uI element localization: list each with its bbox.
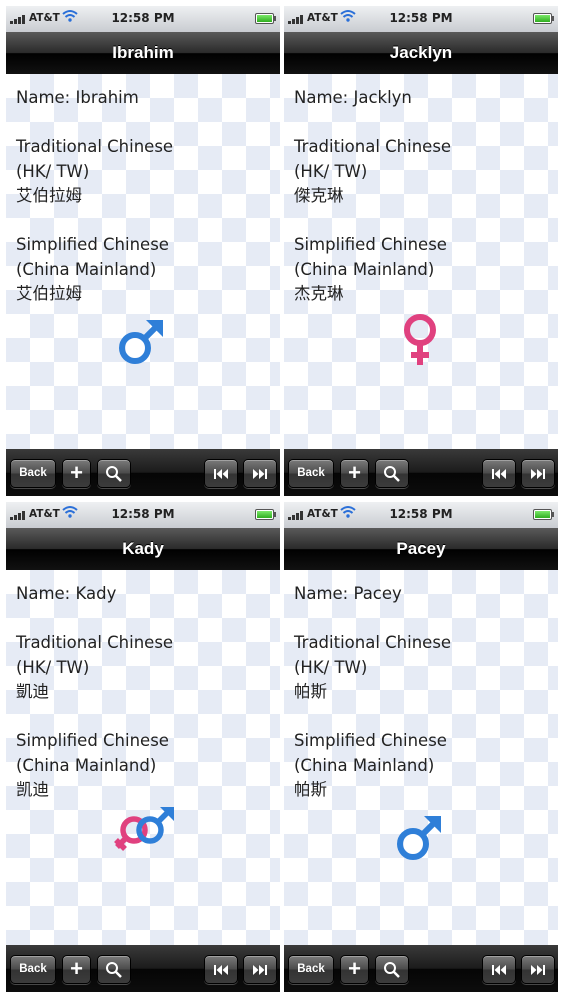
bottom-toolbar: Back +	[6, 945, 280, 992]
add-button[interactable]: +	[62, 955, 91, 984]
traditional-chinese-region: (HK/ TW)	[294, 657, 368, 677]
traditional-chinese-name: 傑克琳	[294, 186, 344, 205]
traditional-chinese-name: 艾伯拉姆	[16, 186, 82, 205]
simplified-chinese-label: Simplified Chinese	[16, 731, 169, 750]
status-bar: AT&T 12:58 PM	[284, 6, 558, 32]
skip-to-next-button[interactable]	[243, 955, 277, 984]
simplified-chinese-name: 艾伯拉姆	[16, 284, 82, 303]
back-button[interactable]: Back	[10, 955, 56, 984]
female-symbol-icon	[404, 314, 436, 365]
clock: 12:58 PM	[389, 11, 453, 25]
name-detail-panel: Name: Jacklyn Traditional Chinese (HK/ T…	[284, 74, 558, 449]
name-detail-panel: Name: Ibrahim Traditional Chinese (HK/ T…	[6, 74, 280, 449]
traditional-chinese-label: Traditional Chinese	[16, 633, 174, 652]
navigation-title: Ibrahim	[6, 32, 280, 74]
skip-to-first-button[interactable]	[204, 955, 238, 984]
traditional-chinese-name: 凱迪	[16, 682, 49, 701]
phone-screen-kady: AT&T 12:58 PM Kady Name: Kady Traditiona…	[6, 502, 280, 992]
navigation-title: Jacklyn	[284, 32, 558, 74]
search-icon	[384, 465, 400, 482]
skip-to-first-icon	[214, 468, 228, 479]
skip-to-first-icon	[492, 468, 506, 479]
male-symbol-icon	[119, 320, 163, 364]
male-symbol-icon	[397, 816, 441, 860]
skip-to-next-icon	[253, 964, 267, 975]
add-button[interactable]: +	[340, 459, 369, 488]
add-button[interactable]: +	[340, 955, 369, 984]
add-button[interactable]: +	[62, 459, 91, 488]
skip-to-first-button[interactable]	[204, 459, 238, 488]
battery-icon	[255, 13, 276, 24]
status-bar: AT&T 12:58 PM	[284, 502, 558, 528]
clock: 12:58 PM	[111, 11, 175, 25]
skip-to-next-button[interactable]	[521, 459, 555, 488]
name-detail-panel: Name: Kady Traditional Chinese (HK/ TW) …	[6, 570, 280, 945]
traditional-chinese-region: (HK/ TW)	[16, 657, 90, 677]
navigation-title: Pacey	[284, 528, 558, 570]
back-button[interactable]: Back	[288, 459, 334, 488]
search-button[interactable]	[375, 459, 409, 488]
name-detail-panel: Name: Pacey Traditional Chinese (HK/ TW)…	[284, 570, 558, 945]
traditional-chinese-label: Traditional Chinese	[294, 137, 452, 156]
skip-to-first-button[interactable]	[482, 955, 516, 984]
bottom-toolbar: Back +	[284, 449, 558, 496]
simplified-chinese-region: (China Mainland)	[294, 259, 435, 279]
bottom-toolbar: Back +	[6, 449, 280, 496]
simplified-chinese-label: Simplified Chinese	[16, 235, 169, 254]
name-line: Name: Pacey	[294, 584, 402, 603]
traditional-chinese-label: Traditional Chinese	[16, 137, 174, 156]
navigation-title: Kady	[6, 528, 280, 570]
screenshot-grid: AT&T 12:58 PM Ibrahim Name: Ibrahim Trad…	[0, 0, 563, 1000]
status-bar: AT&T 12:58 PM	[6, 6, 280, 32]
skip-to-first-icon	[214, 964, 228, 975]
simplified-chinese-name: 凯迪	[16, 780, 49, 799]
skip-to-next-icon	[531, 964, 545, 975]
search-button[interactable]	[375, 955, 409, 984]
simplified-chinese-name: 杰克琳	[294, 284, 344, 303]
skip-to-first-icon	[492, 964, 506, 975]
phone-screen-ibrahim: AT&T 12:58 PM Ibrahim Name: Ibrahim Trad…	[6, 6, 280, 496]
clock: 12:58 PM	[111, 507, 175, 521]
simplified-chinese-region: (China Mainland)	[16, 259, 157, 279]
back-button[interactable]: Back	[10, 459, 56, 488]
skip-to-next-button[interactable]	[521, 955, 555, 984]
simplified-chinese-label: Simplified Chinese	[294, 235, 447, 254]
traditional-chinese-label: Traditional Chinese	[294, 633, 452, 652]
status-bar: AT&T 12:58 PM	[6, 502, 280, 528]
search-button[interactable]	[97, 955, 131, 984]
traditional-chinese-region: (HK/ TW)	[294, 161, 368, 181]
skip-to-next-icon	[253, 468, 267, 479]
search-icon	[384, 961, 400, 978]
simplified-chinese-region: (China Mainland)	[16, 755, 157, 775]
traditional-chinese-region: (HK/ TW)	[16, 161, 90, 181]
battery-icon	[255, 509, 276, 520]
phone-screen-jacklyn: AT&T 12:58 PM Jacklyn Name: Jacklyn Trad…	[284, 6, 558, 496]
traditional-chinese-name: 帕斯	[294, 682, 327, 701]
bottom-toolbar: Back +	[284, 945, 558, 992]
simplified-chinese-region: (China Mainland)	[294, 755, 435, 775]
battery-icon	[533, 13, 554, 24]
back-button[interactable]: Back	[288, 955, 334, 984]
unisex-symbol-icon	[114, 807, 174, 851]
skip-to-next-icon	[531, 468, 545, 479]
simplified-chinese-name: 帕斯	[294, 780, 327, 799]
search-icon	[106, 465, 122, 482]
name-line: Name: Kady	[16, 584, 117, 603]
skip-to-first-button[interactable]	[482, 459, 516, 488]
clock: 12:58 PM	[389, 507, 453, 521]
skip-to-next-button[interactable]	[243, 459, 277, 488]
phone-screen-pacey: AT&T 12:58 PM Pacey Name: Pacey Traditio…	[284, 502, 558, 992]
name-line: Name: Ibrahim	[16, 88, 139, 107]
search-icon	[106, 961, 122, 978]
simplified-chinese-label: Simplified Chinese	[294, 731, 447, 750]
name-line: Name: Jacklyn	[294, 88, 412, 107]
battery-icon	[533, 509, 554, 520]
search-button[interactable]	[97, 459, 131, 488]
